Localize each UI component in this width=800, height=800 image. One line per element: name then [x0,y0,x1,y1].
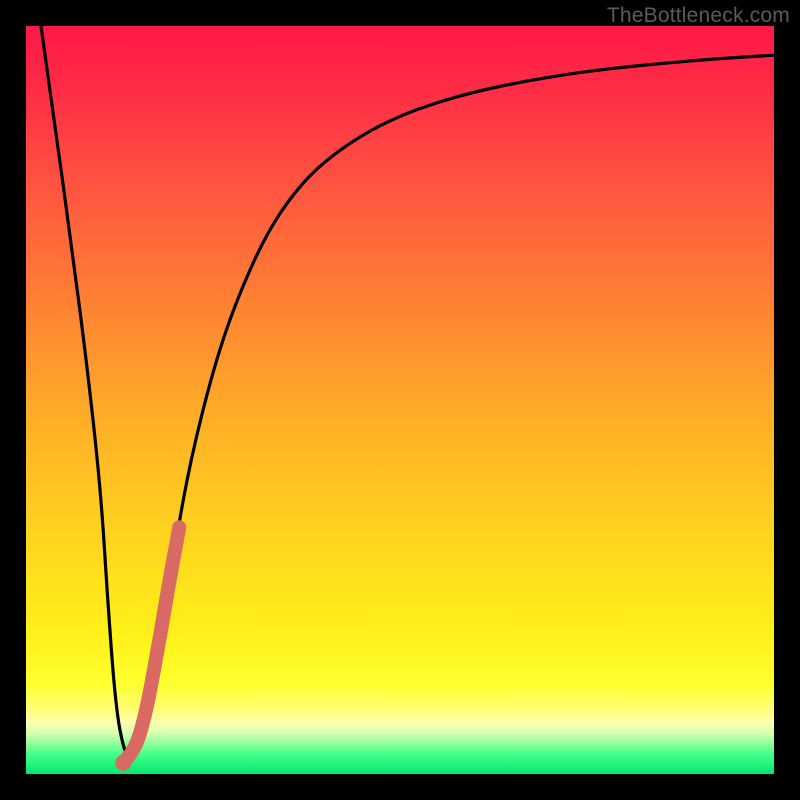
chart-frame: TheBottleneck.com [0,0,800,800]
curve-overlay [26,26,774,774]
watermark-text: TheBottleneck.com [607,4,790,28]
plot-area [26,26,774,774]
optimal-point-marker [115,755,131,771]
highlight-segment [125,527,180,760]
